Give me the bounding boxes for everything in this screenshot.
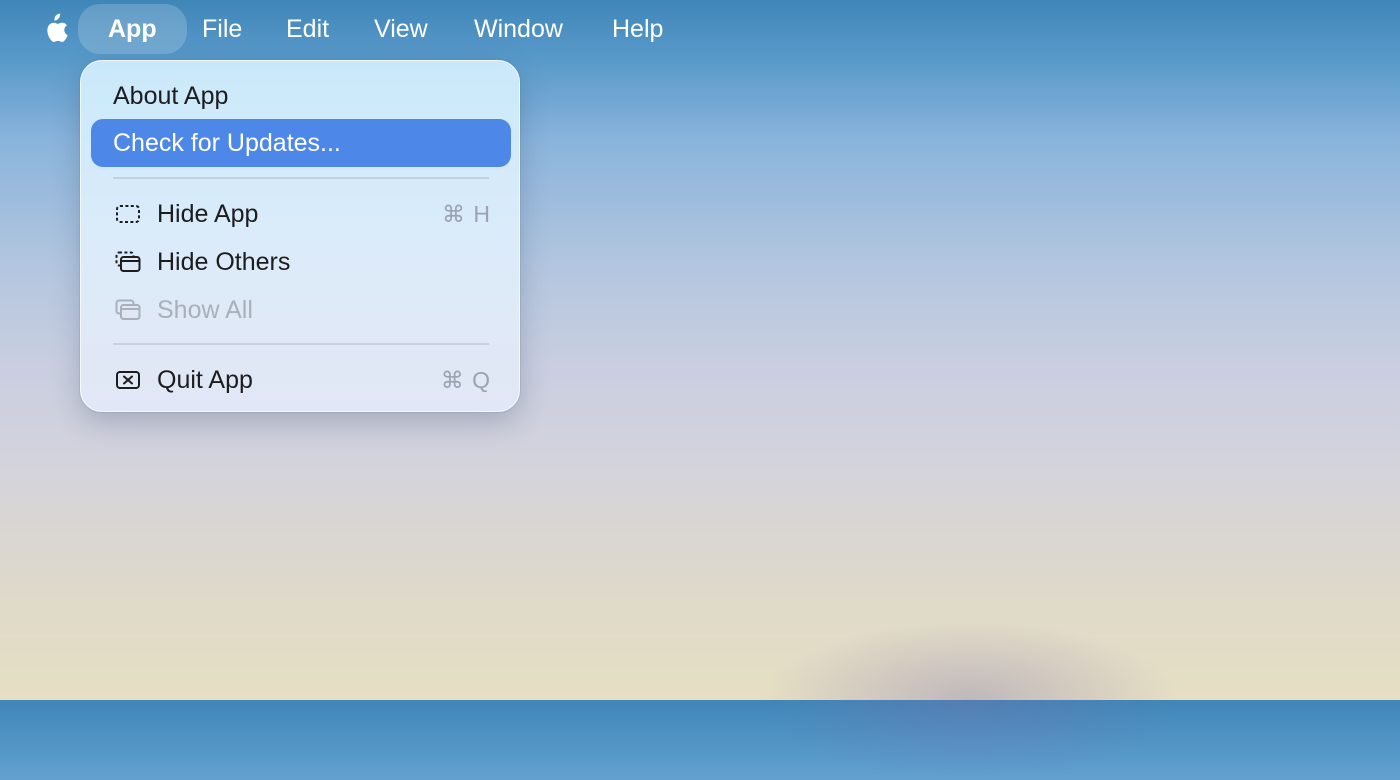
menu-help[interactable]: Help <box>592 4 683 54</box>
menu-item-label: About App <box>113 82 229 110</box>
hide-window-icon <box>116 205 140 223</box>
shortcut-label: ⌘ H <box>442 201 491 227</box>
menu-item-label: Show All <box>157 296 253 324</box>
menu-item-quit-app[interactable]: Quit App ⌘ Q <box>91 356 511 404</box>
menu-item-check-updates[interactable]: Check for Updates... <box>91 119 511 167</box>
app-menu-dropdown: About App Check for Updates... Hide App … <box>80 60 520 412</box>
menu-item-label: Hide App <box>157 200 259 228</box>
menu-separator <box>113 343 489 345</box>
menu-item-about[interactable]: About App <box>91 72 511 120</box>
menu-item-label: Quit App <box>157 366 253 394</box>
menu-bar: App File Edit View Window Help <box>0 0 1400 58</box>
menu-separator <box>113 177 489 179</box>
quit-icon <box>116 371 140 389</box>
menu-item-hide-app[interactable]: Hide App ⌘ H <box>91 190 511 238</box>
show-all-icon <box>115 299 141 320</box>
menu-item-hide-others[interactable]: Hide Others <box>91 238 511 286</box>
menu-view[interactable]: View <box>354 4 448 54</box>
menu-window[interactable]: Window <box>454 4 583 54</box>
menu-item-label: Hide Others <box>157 248 291 276</box>
menu-file[interactable]: File <box>182 4 262 54</box>
wallpaper-glow <box>760 620 1180 780</box>
apple-logo-icon[interactable] <box>38 12 70 46</box>
shortcut-label: ⌘ Q <box>440 367 491 393</box>
menu-item-show-all[interactable]: Show All <box>91 286 511 334</box>
hide-others-icon <box>115 251 141 272</box>
menu-edit[interactable]: Edit <box>266 4 349 54</box>
menu-app[interactable]: App <box>78 4 187 54</box>
menu-item-label: Check for Updates... <box>113 129 341 157</box>
